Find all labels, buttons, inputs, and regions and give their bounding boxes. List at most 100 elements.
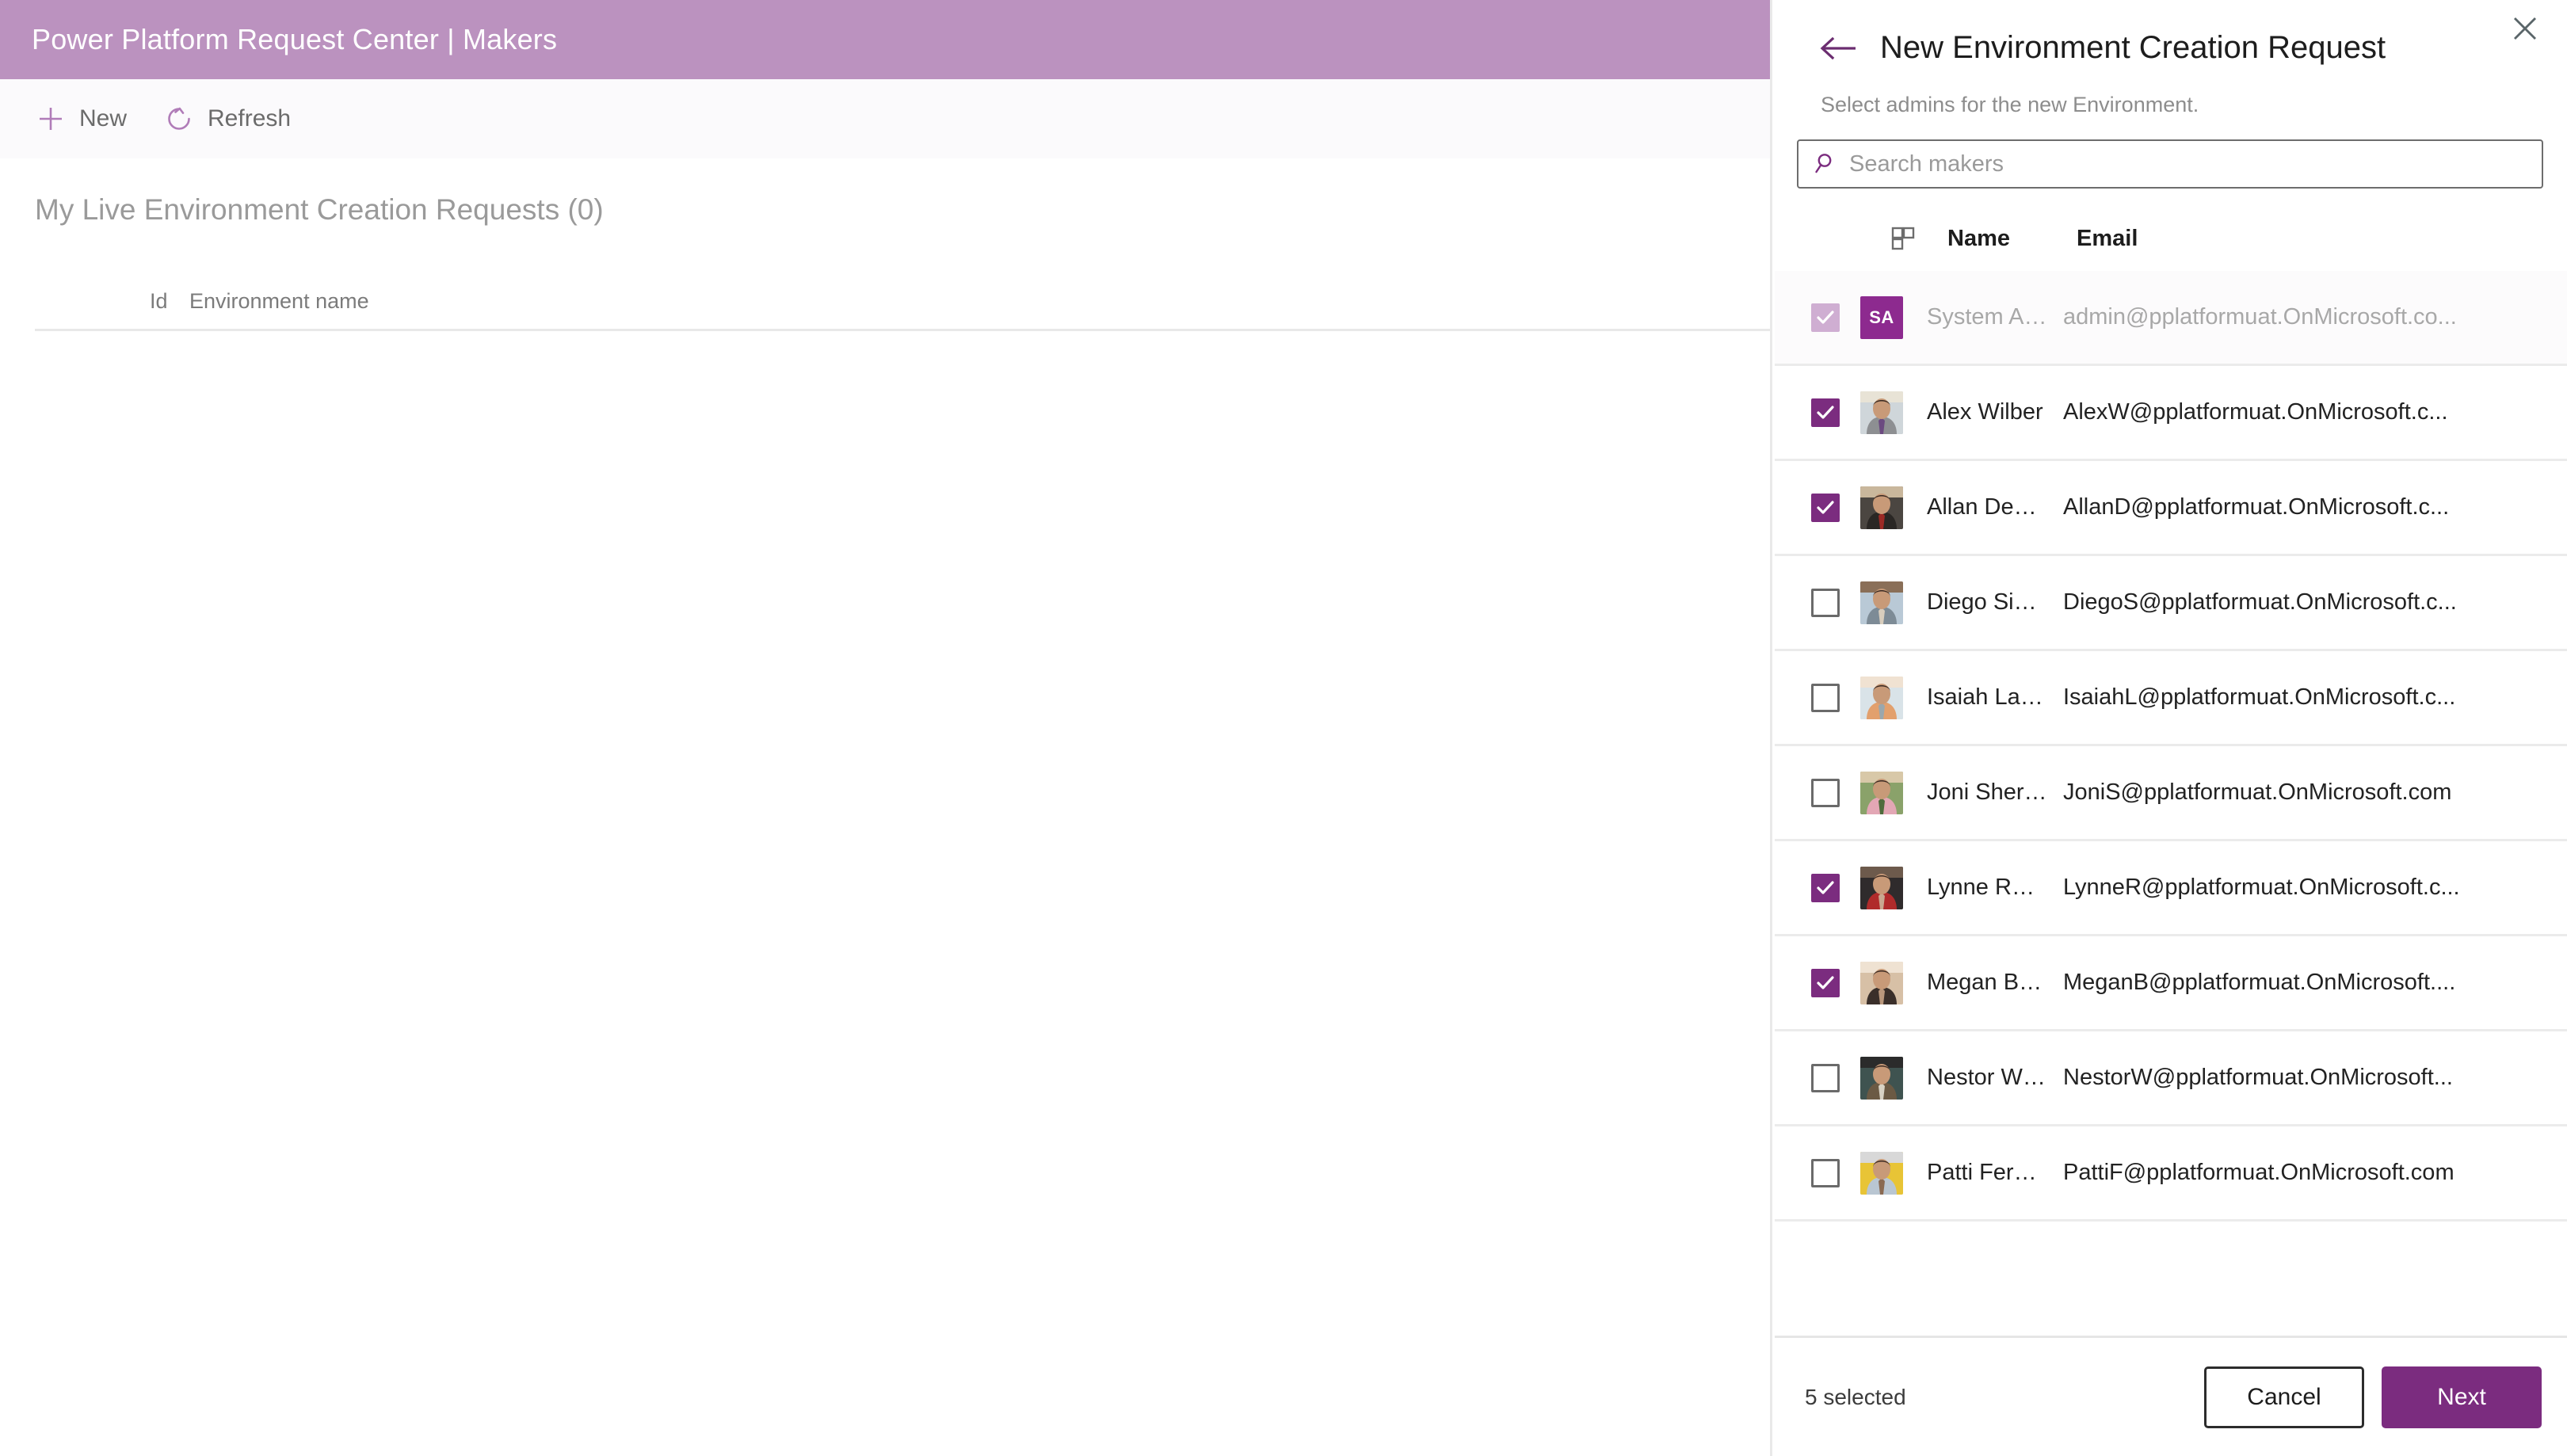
maker-name: Alex Wilber xyxy=(1927,399,2043,425)
maker-email: IsaiahL@pplatformuat.OnMicrosoft.c... xyxy=(2063,684,2456,710)
avatar-photo xyxy=(1860,581,1903,624)
maker-checkbox-cell xyxy=(1775,778,1860,807)
avatar-photo xyxy=(1860,1056,1903,1100)
maker-avatar-cell xyxy=(1860,771,1918,814)
maker-checkbox[interactable] xyxy=(1811,1158,1840,1187)
avatar-photo xyxy=(1860,961,1903,1004)
maker-checkbox[interactable] xyxy=(1811,873,1840,902)
maker-email: PattiF@pplatformuat.OnMicrosoft.com xyxy=(2063,1160,2454,1185)
maker-checkbox[interactable] xyxy=(1811,493,1840,522)
back-arrow-icon[interactable] xyxy=(1818,31,1859,66)
maker-name: Megan Bowen xyxy=(1927,970,2047,995)
new-environment-request-panel: New Environment Creation Request Select … xyxy=(1775,0,2567,1456)
maker-email: JoniS@pplatformuat.OnMicrosoft.com xyxy=(2063,779,2452,805)
panel-title-row: New Environment Creation Request xyxy=(1775,24,2567,66)
avatar-photo xyxy=(1860,676,1903,719)
avatar-photo xyxy=(1860,486,1903,529)
new-button[interactable]: New xyxy=(35,103,127,135)
column-header-id-wrap: Id xyxy=(35,289,189,314)
maker-name: System Administr... xyxy=(1927,304,2047,330)
column-header-email-wrap: Email xyxy=(2077,226,2567,252)
command-bar: New Refresh xyxy=(0,79,1770,158)
new-button-label: New xyxy=(79,105,128,131)
panel-footer: 5 selected Cancel Next xyxy=(1775,1336,2567,1456)
maker-email: DiegoS@pplatformuat.OnMicrosoft.c... xyxy=(2063,589,2457,615)
column-header-name: Name xyxy=(1947,225,2010,251)
maker-avatar-cell xyxy=(1860,391,1918,434)
column-header-environment-name-wrap: Environment name xyxy=(189,289,369,314)
maker-checkbox[interactable] xyxy=(1811,968,1840,997)
maker-checkbox-cell xyxy=(1775,1158,1860,1187)
maker-name: Joni Sherman xyxy=(1927,779,2047,805)
maker-checkbox[interactable] xyxy=(1811,683,1840,712)
column-header-id: Id xyxy=(150,289,168,313)
cancel-button[interactable]: Cancel xyxy=(2204,1366,2364,1428)
maker-checkbox[interactable] xyxy=(1811,778,1840,807)
maker-row[interactable]: Nestor Wilke NestorW@pplatformuat.OnMicro… xyxy=(1775,1031,2567,1126)
main-content-pane: Power Platform Request Center | Makers N… xyxy=(0,0,1772,1456)
maker-row[interactable]: Allan Deyoung AllanD@pplatformuat.OnMicro… xyxy=(1775,461,2567,556)
avatar-initials: SA xyxy=(1860,295,1903,339)
maker-avatar-cell xyxy=(1860,1151,1918,1195)
maker-row[interactable]: Joni Sherman JoniS@pplatformuat.OnMicroso… xyxy=(1775,746,2567,841)
search-box[interactable] xyxy=(1797,139,2543,189)
maker-row[interactable]: Megan Bowen MeganB@pplatformuat.OnMicroso… xyxy=(1775,936,2567,1031)
next-button[interactable]: Next xyxy=(2382,1366,2542,1428)
maker-avatar-cell xyxy=(1860,581,1918,624)
makers-list: SA System Administr... admin@pplatformuat.… xyxy=(1775,271,2567,1336)
maker-email: LynneR@pplatformuat.OnMicrosoft.c... xyxy=(2063,875,2460,900)
maker-avatar-cell xyxy=(1860,486,1918,529)
maker-name: Isaiah Langer xyxy=(1927,684,2047,710)
maker-name: Nestor Wilke xyxy=(1927,1065,2047,1090)
maker-name: Allan Deyoung xyxy=(1927,494,2047,520)
refresh-icon xyxy=(163,103,195,135)
maker-avatar-cell xyxy=(1860,1056,1918,1100)
maker-row[interactable]: Patti Fernandez PattiF@pplatformuat.OnMic… xyxy=(1775,1126,2567,1222)
maker-checkbox-cell xyxy=(1775,588,1860,617)
maker-row[interactable]: Alex Wilber AlexW@pplatformuat.OnMicrosof… xyxy=(1775,366,2567,461)
search-container xyxy=(1775,117,2567,189)
maker-row: SA System Administr... admin@pplatformuat.… xyxy=(1775,271,2567,366)
avatar-photo xyxy=(1860,1151,1903,1195)
avatar-photo xyxy=(1860,771,1903,814)
maker-row[interactable]: Diego Siciliani DiegoS@pplatformuat.OnMic… xyxy=(1775,556,2567,651)
avatar-photo xyxy=(1860,866,1903,909)
maker-row[interactable]: Lynne Robbins LynneR@pplatformuat.OnMicro… xyxy=(1775,841,2567,936)
panel-subtitle: Select admins for the new Environment. xyxy=(1821,93,2199,116)
close-icon[interactable] xyxy=(2503,6,2547,51)
refresh-button-label: Refresh xyxy=(208,105,292,131)
column-header-email: Email xyxy=(2077,225,2138,251)
page-title: Power Platform Request Center | Makers xyxy=(32,23,558,55)
maker-avatar-cell xyxy=(1860,676,1918,719)
main-table-header: Id Environment name xyxy=(35,274,1770,331)
panel-title: New Environment Creation Request xyxy=(1880,30,2386,65)
list-title: My Live Environment Creation Requests (0… xyxy=(35,193,604,226)
maker-checkbox[interactable] xyxy=(1811,588,1840,617)
maker-checkbox-cell xyxy=(1775,303,1860,332)
search-input[interactable] xyxy=(1849,141,2527,187)
maker-email: NestorW@pplatformuat.OnMicrosoft... xyxy=(2063,1065,2453,1090)
maker-checkbox-cell xyxy=(1775,968,1860,997)
maker-email: MeganB@pplatformuat.OnMicrosoft.... xyxy=(2063,970,2456,995)
column-header-name-wrap: Name xyxy=(1947,226,2077,252)
avatar-photo xyxy=(1860,391,1903,434)
maker-email: admin@pplatformuat.OnMicrosoft.co... xyxy=(2063,304,2457,330)
search-icon xyxy=(1813,151,1838,177)
refresh-button[interactable]: Refresh xyxy=(163,103,291,135)
panel-header: New Environment Creation Request Select … xyxy=(1775,0,2567,117)
column-layout-icon[interactable] xyxy=(1890,225,1947,252)
plus-icon xyxy=(35,103,67,135)
selected-count: 5 selected xyxy=(1805,1384,1906,1409)
maker-checkbox-cell xyxy=(1775,493,1860,522)
maker-checkbox[interactable] xyxy=(1811,1063,1840,1092)
maker-checkbox-cell xyxy=(1775,398,1860,427)
maker-email: AllanD@pplatformuat.OnMicrosoft.c... xyxy=(2063,494,2450,520)
maker-email: AlexW@pplatformuat.OnMicrosoft.c... xyxy=(2063,399,2448,425)
maker-name: Lynne Robbins xyxy=(1927,875,2047,900)
maker-checkbox-cell xyxy=(1775,1063,1860,1092)
maker-checkbox-cell xyxy=(1775,683,1860,712)
maker-checkbox[interactable] xyxy=(1811,398,1840,427)
maker-avatar-cell xyxy=(1860,866,1918,909)
maker-row[interactable]: Isaiah Langer IsaiahL@pplatformuat.OnMicr… xyxy=(1775,651,2567,746)
maker-name: Patti Fernandez xyxy=(1927,1160,2047,1185)
